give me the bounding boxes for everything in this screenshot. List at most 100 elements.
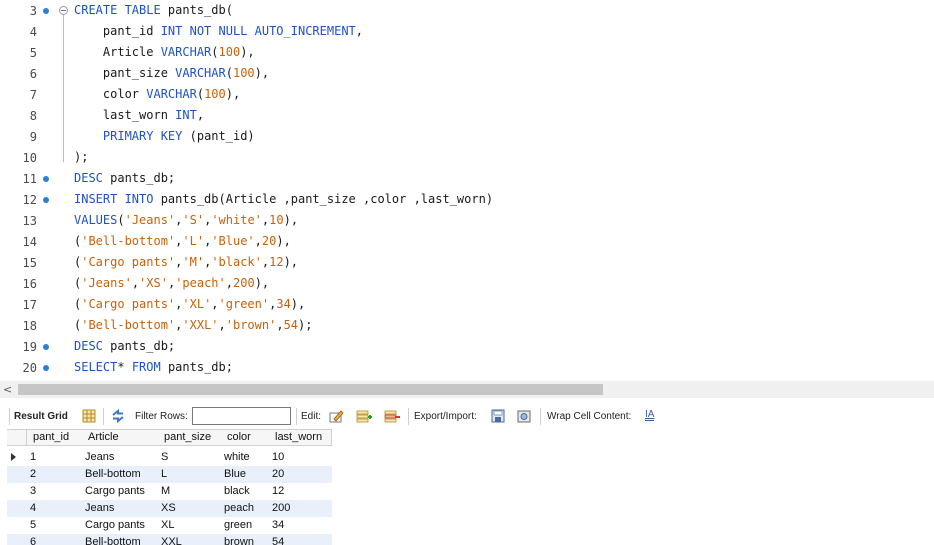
edit-row-icon[interactable]: [328, 408, 344, 424]
column-header[interactable]: color: [221, 429, 273, 446]
code-line[interactable]: 6 pant_size VARCHAR(100),: [0, 64, 934, 85]
table-cell[interactable]: 200: [269, 500, 332, 517]
result-grid-tab[interactable]: Result Grid: [14, 411, 68, 422]
table-row[interactable]: 6 Bell-bottom XXL brown 54: [7, 534, 332, 545]
table-row[interactable]: 3 Cargo pants Mblack 12: [7, 483, 332, 500]
scrollbar-thumb[interactable]: [18, 384, 603, 395]
code-text[interactable]: ('Cargo pants','M','black',12),: [74, 255, 298, 269]
code-text[interactable]: DESC pants_db;: [74, 171, 175, 185]
code-text[interactable]: ('Cargo pants','XL','green',34),: [74, 297, 305, 311]
result-grid[interactable]: pant_id Article pant_size color last_wor…: [0, 429, 934, 545]
code-line[interactable]: 20 SELECT* FROM pants_db;: [0, 358, 934, 379]
table-cell[interactable]: green: [221, 517, 269, 534]
refresh-icon[interactable]: [110, 408, 126, 424]
code-line[interactable]: 3 CREATE TABLE pants_db(: [0, 1, 934, 22]
code-text[interactable]: SELECT* FROM pants_db;: [74, 360, 233, 374]
table-row[interactable]: 2 Bell-bottom L Blue 20: [7, 466, 332, 483]
code-text[interactable]: pant_size VARCHAR(100),: [74, 66, 269, 80]
column-header[interactable]: last_worn: [269, 429, 332, 446]
sql-literal: 100: [232, 66, 255, 80]
table-cell[interactable]: Cargo pants: [82, 483, 158, 500]
table-cell[interactable]: 5: [27, 517, 82, 534]
table-cell[interactable]: Jeans: [82, 500, 158, 517]
code-text[interactable]: ('Jeans','XS','peach',200),: [74, 276, 269, 290]
code-line[interactable]: 18 ('Bell-bottom','XXL','brown',54);: [0, 316, 934, 337]
code-line[interactable]: 5 Article VARCHAR(100),: [0, 43, 934, 64]
scroll-left-arrow-icon[interactable]: <: [3, 383, 12, 396]
result-toolbar: Result Grid Filter Rows: Edit: Export/Im…: [0, 405, 934, 429]
code-text[interactable]: ('Bell-bottom','XXL','brown',54);: [74, 318, 312, 332]
code-line[interactable]: 14 ('Bell-bottom','L','Blue',20),: [0, 232, 934, 253]
wrap-cell-toggle-icon[interactable]: IA: [645, 409, 655, 421]
line-number: 20: [22, 361, 37, 375]
table-cell[interactable]: L: [158, 466, 221, 483]
code-text[interactable]: Article VARCHAR(100),: [74, 45, 255, 59]
table-cell[interactable]: S: [158, 449, 221, 466]
code-line[interactable]: 10);: [0, 148, 934, 169]
code-text[interactable]: INSERT INTO pants_db(Article ,pant_size …: [74, 192, 493, 206]
insert-row-icon[interactable]: [356, 408, 372, 424]
code-text[interactable]: ('Bell-bottom','L','Blue',20),: [74, 234, 291, 248]
code-line[interactable]: 15 ('Cargo pants','M','black',12),: [0, 253, 934, 274]
code-line[interactable]: 17 ('Cargo pants','XL','green',34),: [0, 295, 934, 316]
table-cell[interactable]: XS: [158, 500, 221, 517]
sql-text: pants_db;: [102, 171, 176, 185]
table-cell[interactable]: XXL: [158, 534, 221, 545]
code-line[interactable]: 13 VALUES('Jeans','S','white',10),: [0, 211, 934, 232]
fold-toggle-icon[interactable]: [59, 6, 68, 15]
table-cell[interactable]: 54: [269, 534, 332, 545]
table-cell[interactable]: Bell-bottom: [82, 466, 158, 483]
filter-rows-input[interactable]: [192, 407, 291, 425]
table-cell[interactable]: Blue: [221, 466, 269, 483]
code-text[interactable]: PRIMARY KEY (pant_id): [74, 129, 255, 143]
code-line[interactable]: 11 DESC pants_db;: [0, 169, 934, 190]
code-line[interactable]: 9 PRIMARY KEY (pant_id): [0, 127, 934, 148]
table-row[interactable]: 4 Jeans XS peach 200: [7, 500, 332, 517]
table-cell[interactable]: 1: [27, 449, 82, 466]
table-cell[interactable]: Bell-bottom: [82, 534, 158, 545]
table-cell[interactable]: Cargo pants: [82, 517, 158, 534]
column-header[interactable]: Article: [82, 429, 161, 446]
table-cell[interactable]: 20: [269, 466, 332, 483]
code-line[interactable]: 19 DESC pants_db;: [0, 337, 934, 358]
table-row[interactable]: 1 Jeans Swhite 10: [7, 449, 332, 466]
code-text[interactable]: last_worn INT,: [74, 108, 204, 122]
sql-text: pants_db(Article ,pant_size ,color ,last…: [153, 192, 494, 206]
code-line[interactable]: 16 ('Jeans','XS','peach',200),: [0, 274, 934, 295]
delete-row-icon[interactable]: [384, 408, 400, 424]
table-cell[interactable]: white: [221, 449, 269, 466]
table-cell[interactable]: peach: [221, 500, 269, 517]
table-cell[interactable]: 12: [269, 483, 332, 500]
table-cell[interactable]: 3: [27, 483, 82, 500]
table-cell[interactable]: 2: [27, 466, 82, 483]
sql-editor[interactable]: 3 CREATE TABLE pants_db(4 pant_id INT NOT…: [0, 0, 934, 380]
code-text[interactable]: DESC pants_db;: [74, 339, 175, 353]
grid-view-icon[interactable]: [81, 408, 97, 424]
horizontal-scrollbar[interactable]: <: [0, 381, 934, 398]
table-cell[interactable]: XL: [158, 517, 221, 534]
table-cell[interactable]: black: [221, 483, 269, 500]
table-cell[interactable]: 10: [269, 449, 332, 466]
column-header[interactable]: pant_size: [158, 429, 225, 446]
code-line[interactable]: 8 last_worn INT,: [0, 106, 934, 127]
table-cell[interactable]: M: [158, 483, 221, 500]
code-line[interactable]: 12 INSERT INTO pants_db(Article ,pant_siz…: [0, 190, 934, 211]
table-row[interactable]: 5 Cargo pants XL green 34: [7, 517, 332, 534]
sql-literal: 'Jeans': [81, 276, 132, 290]
table-cell[interactable]: brown: [221, 534, 269, 545]
code-text[interactable]: pant_id INT NOT NULL AUTO_INCREMENT,: [74, 24, 363, 38]
code-text[interactable]: CREATE TABLE pants_db(: [74, 3, 233, 17]
code-text[interactable]: );: [74, 150, 88, 164]
table-cell[interactable]: 4: [27, 500, 82, 517]
code-text[interactable]: color VARCHAR(100),: [74, 87, 240, 101]
sql-literal: 'Bell-bottom': [81, 318, 176, 332]
table-cell[interactable]: 34: [269, 517, 332, 534]
sql-text: ,: [211, 297, 219, 311]
export-icon[interactable]: [490, 408, 506, 424]
code-line[interactable]: 4 pant_id INT NOT NULL AUTO_INCREMENT,: [0, 22, 934, 43]
code-text[interactable]: VALUES('Jeans','S','white',10),: [74, 213, 298, 227]
table-cell[interactable]: 6: [27, 534, 82, 545]
table-cell[interactable]: Jeans: [82, 449, 158, 466]
import-icon[interactable]: [516, 408, 532, 424]
code-line[interactable]: 7 color VARCHAR(100),: [0, 85, 934, 106]
